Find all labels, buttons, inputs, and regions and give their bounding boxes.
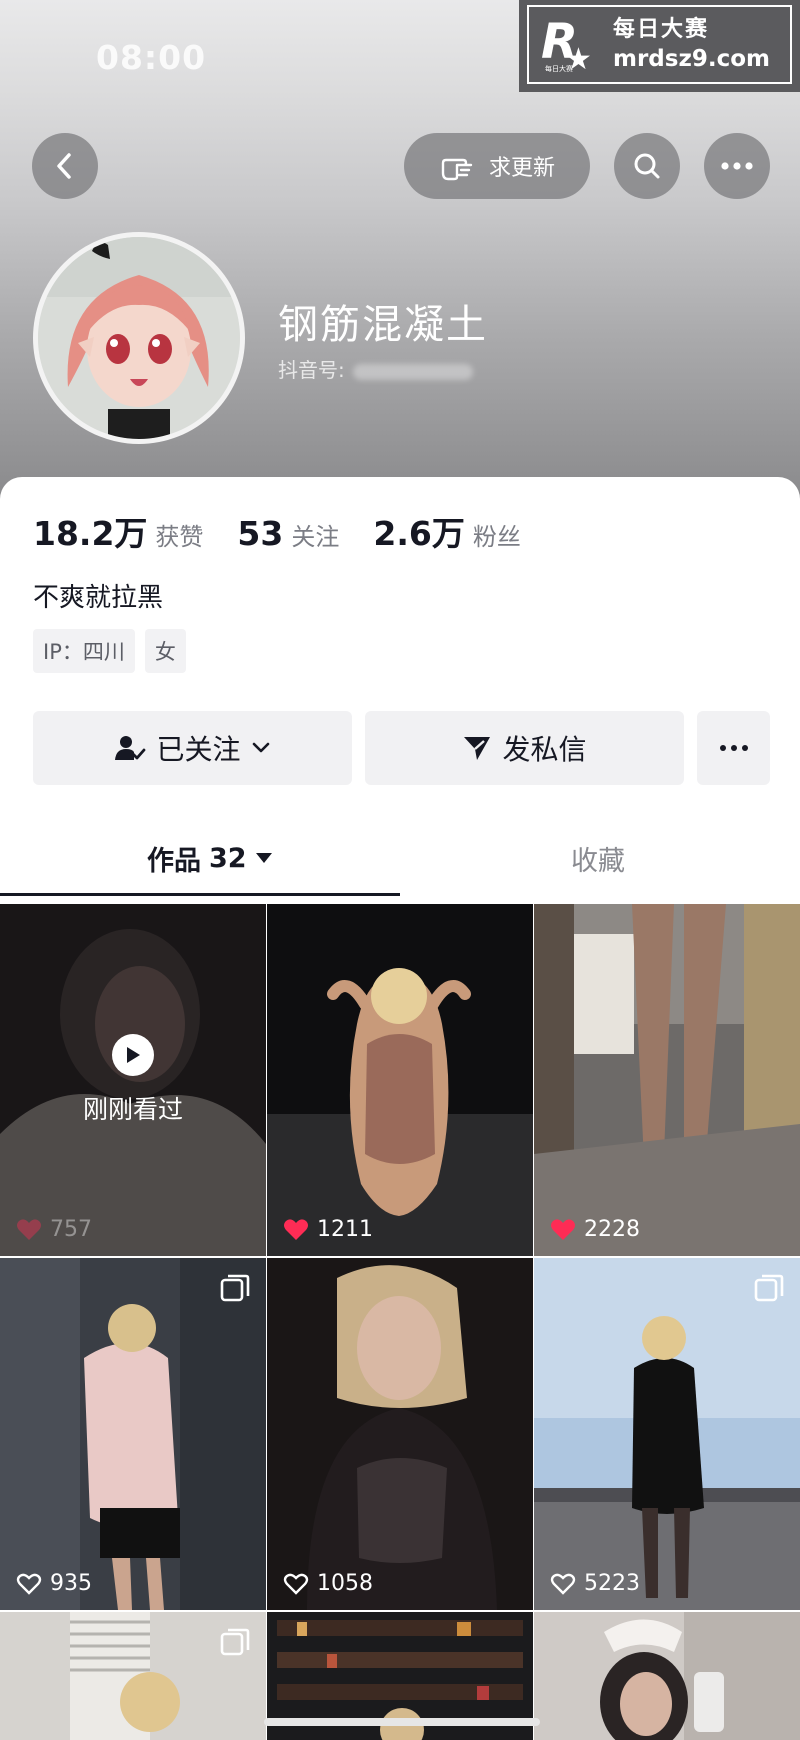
tab-works-count: 32 — [209, 842, 247, 874]
chevron-down-icon — [252, 742, 269, 753]
home-indicator — [264, 1718, 540, 1726]
status-time: 08:00 — [96, 38, 207, 77]
send-message-button[interactable]: 发私信 — [365, 711, 684, 785]
watermark-logo: R ★ 每日大赛 — [541, 13, 592, 77]
tab-indicator — [0, 893, 400, 896]
like-count: 1211 — [283, 1217, 373, 1242]
like-count: 935 — [16, 1571, 92, 1596]
thumbnail-image — [534, 904, 800, 1256]
multi-image-icon — [220, 1274, 250, 1308]
caret-down-icon — [255, 853, 272, 863]
more-options-button[interactable] — [704, 133, 770, 199]
hand-point-icon — [441, 158, 473, 181]
gender-tag: 女 — [144, 629, 186, 673]
stat-likes[interactable]: 18.2万 获赞 — [33, 507, 203, 555]
watermark-brand: 每日大赛 — [613, 16, 710, 42]
profile-panel: 18.2万获赞 53关注 2.6万粉丝 不爽就拉黑 IP：四川 女 已关注 — [0, 477, 800, 1740]
content-tabs: 作品 32 收藏 — [0, 825, 800, 891]
more-actions-button[interactable] — [697, 711, 770, 785]
video-thumbnail[interactable]: 2228 — [534, 904, 800, 1256]
profile-stats: 18.2万 获赞 53 关注 2.6万 粉丝 — [33, 507, 555, 555]
recently-watched-label: 刚刚看过 — [82, 1095, 183, 1124]
watermark-url: mrdsz9.com — [613, 45, 770, 72]
like-count: 1058 — [283, 1571, 373, 1596]
like-count: 5223 — [550, 1571, 640, 1596]
followed-label: 已关注 — [156, 733, 241, 766]
profile-tags: IP：四川 女 — [33, 629, 186, 673]
ip-location-tag: IP：四川 — [33, 629, 135, 673]
request-update-label: 求更新 — [488, 156, 555, 181]
bio-text: 不爽就拉黑 — [33, 583, 164, 613]
heart-outline-icon — [16, 1573, 42, 1595]
search-button[interactable] — [614, 133, 680, 199]
search-icon — [634, 153, 660, 179]
heart-filled-icon — [17, 1218, 41, 1240]
user-check-icon — [115, 736, 146, 760]
send-message-label: 发私信 — [502, 733, 587, 766]
thumbnail-image — [267, 904, 533, 1256]
avatar-image — [38, 237, 240, 439]
tab-works-label: 作品 — [147, 845, 201, 877]
douyin-id: 抖音号: — [278, 354, 473, 383]
thumbnail-image — [534, 1258, 800, 1610]
video-thumbnail[interactable]: 935 — [0, 1258, 266, 1610]
video-thumbnail[interactable]: 刚刚看过 757 — [0, 904, 266, 1256]
video-thumbnail[interactable] — [0, 1612, 266, 1740]
multi-image-icon — [754, 1274, 784, 1308]
recently-watched-overlay: 刚刚看过 — [0, 1034, 266, 1126]
request-update-button[interactable]: 求更新 — [404, 133, 590, 199]
action-row: 已关注 发私信 — [33, 711, 770, 785]
heart-outline-icon — [283, 1573, 309, 1595]
stat-followers[interactable]: 2.6万 粉丝 — [373, 507, 520, 555]
video-thumbnail[interactable]: 5223 — [534, 1258, 800, 1610]
video-thumbnail[interactable]: 1058 — [267, 1258, 533, 1610]
multi-image-icon — [220, 1628, 250, 1662]
more-horizontal-icon — [719, 745, 748, 751]
back-button[interactable] — [32, 133, 98, 199]
profile-header: 08:00 R ★ 每日大赛 每日大赛 mrdsz9.com 求更新 钢筋混凝土… — [0, 0, 800, 500]
thumbnail-image — [534, 1612, 800, 1740]
video-thumbnail[interactable]: 1211 — [267, 904, 533, 1256]
send-message-icon — [464, 737, 491, 760]
nickname: 钢筋混凝土 — [278, 302, 488, 348]
followed-button[interactable]: 已关注 — [33, 711, 352, 785]
play-icon — [112, 1034, 154, 1076]
like-count: 757 — [16, 1217, 92, 1242]
video-thumbnail[interactable] — [534, 1612, 800, 1740]
thumbnail-image — [0, 1258, 266, 1610]
avatar[interactable] — [33, 232, 245, 444]
heart-filled-icon — [284, 1218, 308, 1240]
like-count: 2228 — [550, 1217, 640, 1242]
watermark: R ★ 每日大赛 每日大赛 mrdsz9.com — [519, 0, 800, 92]
tab-favorites[interactable]: 收藏 — [571, 825, 625, 891]
chevron-left-icon — [57, 153, 71, 179]
heart-outline-icon — [550, 1573, 576, 1595]
stat-following[interactable]: 53 关注 — [237, 514, 339, 553]
thumbnail-image — [267, 1258, 533, 1610]
tab-works[interactable]: 作品 32 — [147, 825, 273, 891]
heart-filled-icon — [551, 1218, 575, 1240]
more-horizontal-icon — [721, 162, 753, 170]
